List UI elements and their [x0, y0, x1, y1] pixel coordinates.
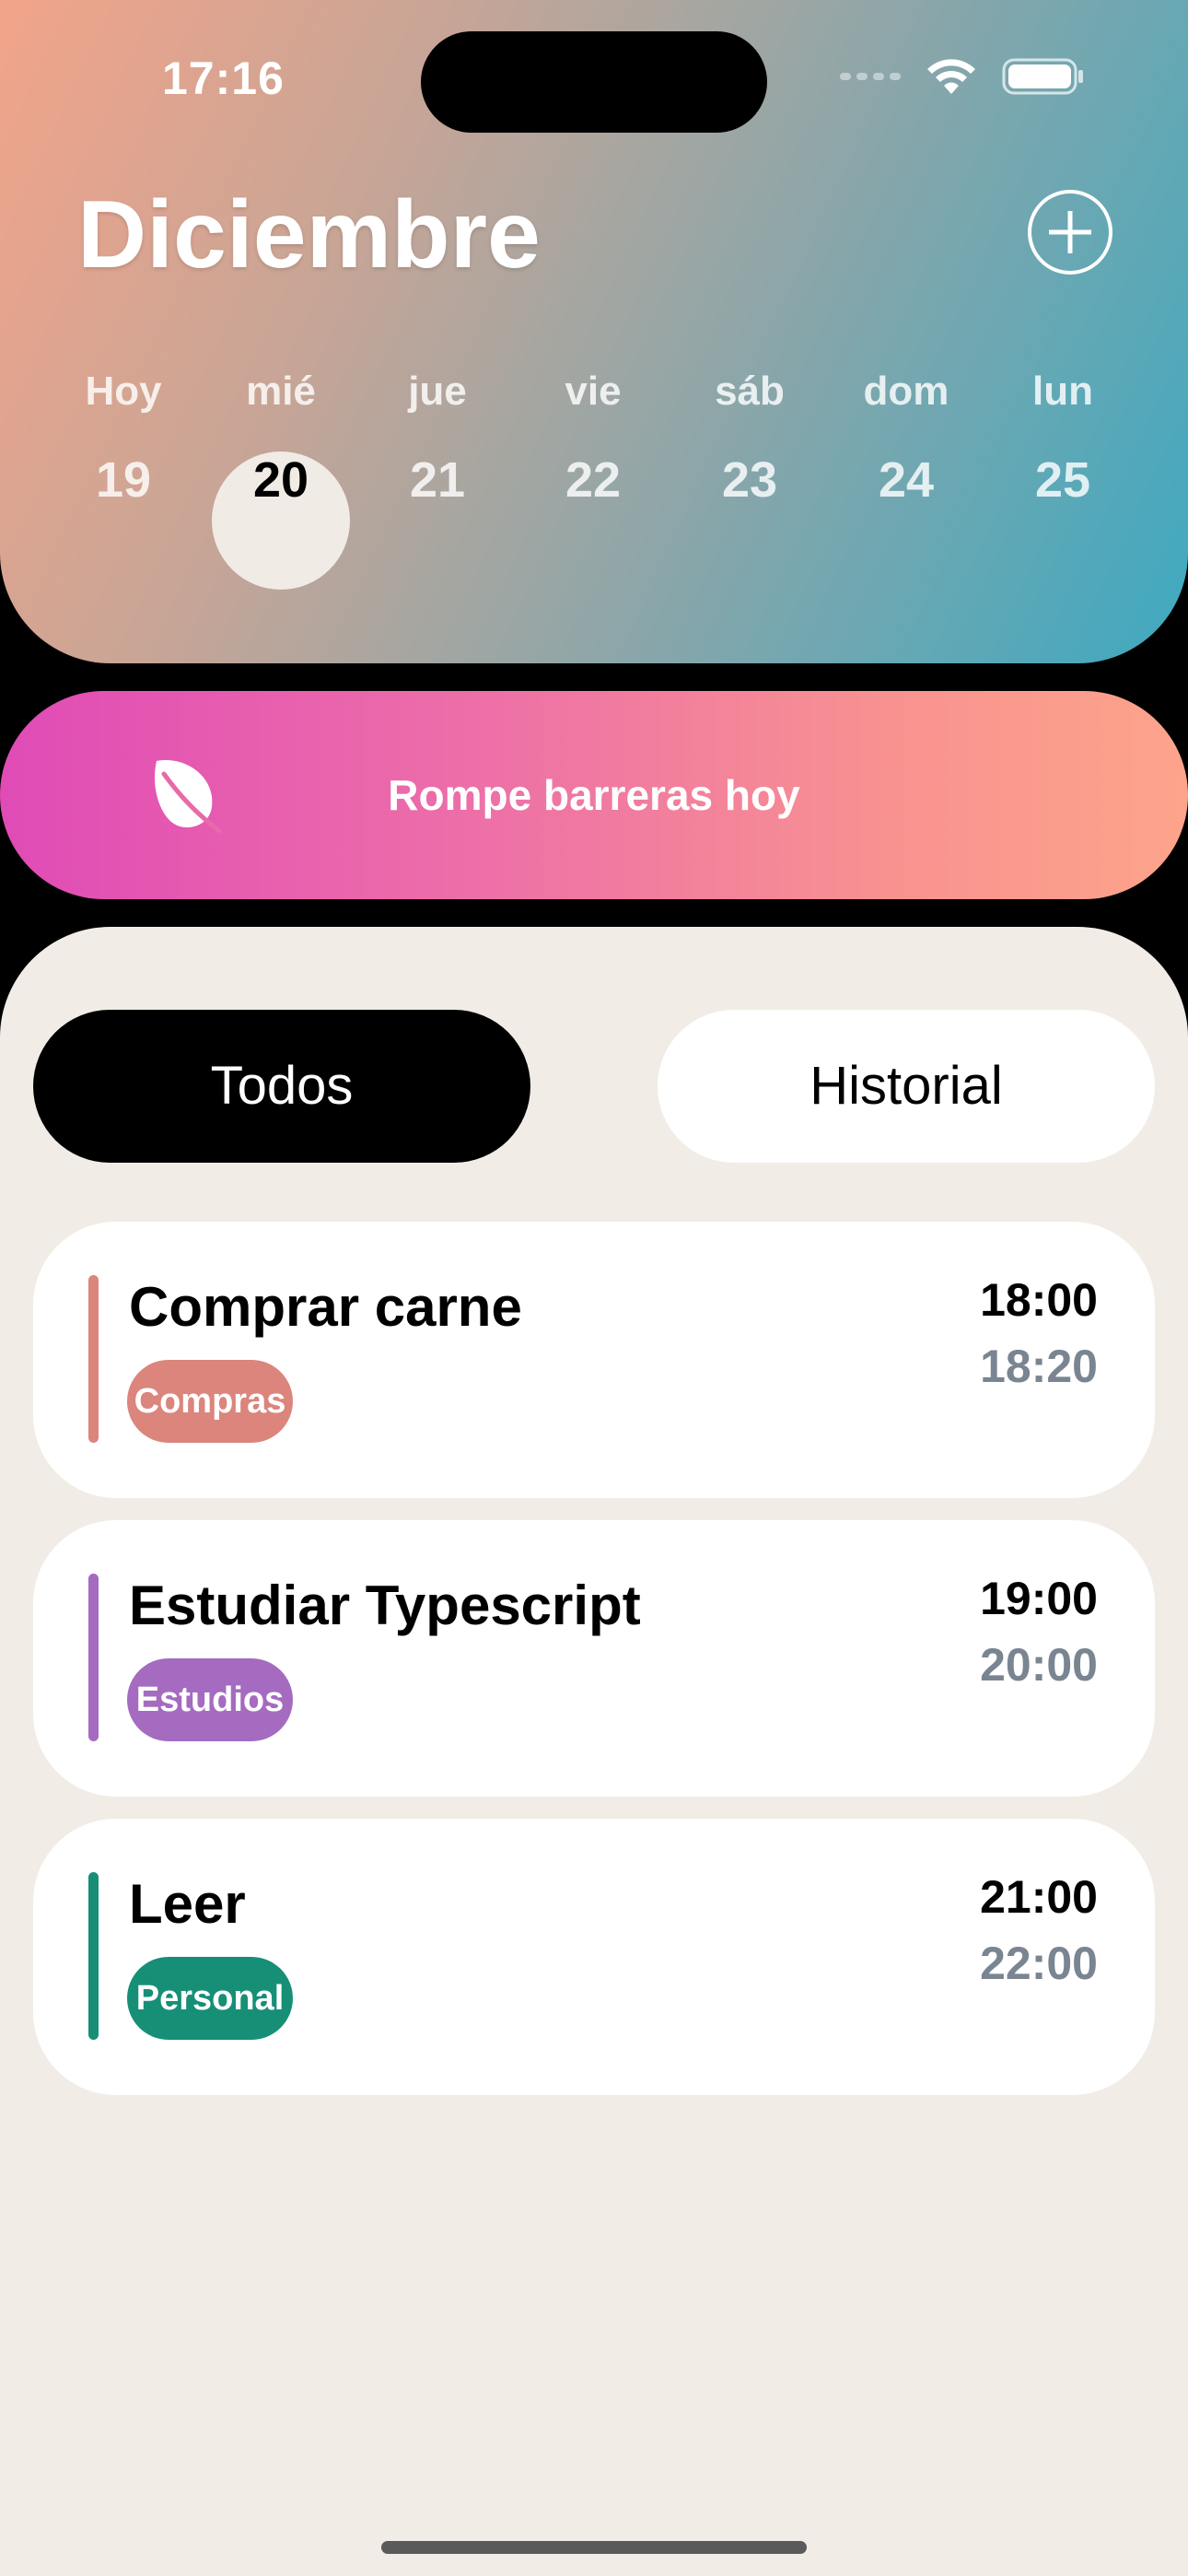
task-end-time: 18:20	[980, 1341, 1098, 1392]
add-task-button[interactable]	[1028, 190, 1112, 275]
day-number: 20	[252, 452, 309, 508]
home-indicator[interactable]	[381, 2541, 807, 2554]
day-number: 25	[1034, 452, 1091, 508]
task-start-time: 19:00	[980, 1573, 1098, 1624]
day-name: jue	[408, 369, 467, 414]
task-end-time: 20:00	[980, 1639, 1098, 1691]
task-card[interactable]: Leer Personal 21:00 22:00	[33, 1819, 1155, 2095]
day-name: Hoy	[85, 369, 162, 414]
day-name: mié	[246, 369, 316, 414]
dynamic-island	[421, 31, 767, 133]
task-title: Leer	[129, 1873, 246, 1935]
banner-text: Rompe barreras hoy	[388, 771, 800, 819]
day-name: dom	[863, 369, 949, 414]
tab-historial[interactable]: Historial	[658, 1010, 1155, 1163]
task-start-time: 18:00	[980, 1274, 1098, 1326]
task-card[interactable]: Estudiar Typescript Estudios 19:00 20:00	[33, 1520, 1155, 1797]
motivation-banner[interactable]: Rompe barreras hoy	[0, 691, 1188, 899]
day-number: 23	[721, 452, 778, 508]
task-start-time: 21:00	[980, 1871, 1098, 1923]
task-category-badge: Personal	[127, 1957, 293, 2040]
task-color-bar	[88, 1872, 99, 2040]
day-number: 22	[565, 452, 622, 508]
day-name: sáb	[715, 369, 785, 414]
task-title: Estudiar Typescript	[129, 1575, 641, 1636]
task-card[interactable]: Comprar carne Compras 18:00 18:20	[33, 1222, 1155, 1498]
task-category-badge: Compras	[127, 1360, 293, 1443]
tab-todos[interactable]: Todos	[33, 1010, 530, 1163]
calendar-header: 17:16 Diciembre Hoy 19 mié 20 jue 21 vie…	[0, 0, 1188, 663]
day-name: vie	[565, 369, 622, 414]
battery-icon	[1002, 58, 1083, 95]
task-color-bar	[88, 1275, 99, 1443]
wifi-icon	[927, 59, 975, 94]
task-title: Comprar carne	[129, 1276, 522, 1338]
task-category-badge: Estudios	[127, 1658, 293, 1741]
task-end-time: 22:00	[980, 1938, 1098, 1989]
cellular-signal-icon	[840, 73, 901, 80]
day-number: 19	[95, 452, 152, 508]
task-color-bar	[88, 1574, 99, 1741]
month-title: Diciembre	[77, 181, 541, 288]
status-icons	[840, 57, 1085, 96]
task-panel: Todos Historial Comprar carne Compras 18…	[0, 927, 1188, 2576]
day-name: lun	[1032, 369, 1093, 414]
status-time: 17:16	[162, 53, 285, 104]
day-number: 21	[409, 452, 466, 508]
day-number: 24	[878, 452, 935, 508]
